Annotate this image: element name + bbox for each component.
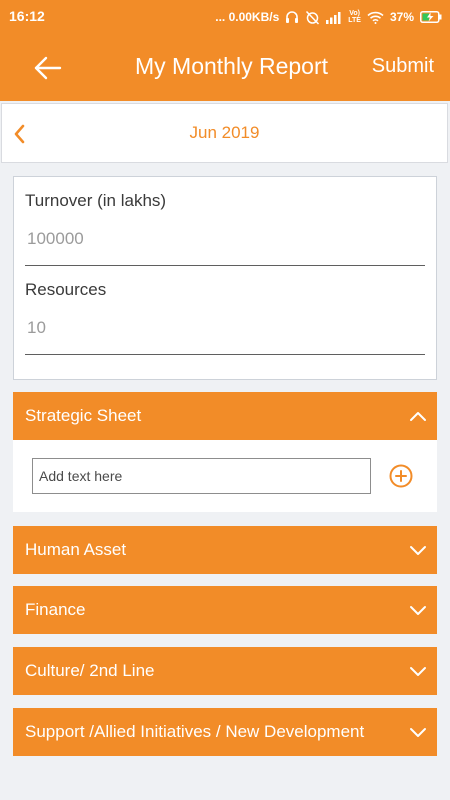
- strategic-sheet-input[interactable]: [32, 458, 371, 494]
- volte-icon: Vo) LTE: [348, 10, 361, 24]
- section-title: Culture/ 2nd Line: [25, 661, 155, 680]
- section-title: Human Asset: [25, 540, 127, 559]
- section-title: Strategic Sheet: [25, 406, 142, 425]
- status-icons: ... 0.00KB/s Vo) LTE 37%: [215, 7, 442, 27]
- section-title: Support /Allied Initiatives / New Develo…: [25, 722, 365, 741]
- section-culture-2nd-line[interactable]: Culture/ 2nd Line: [13, 647, 437, 695]
- chevron-down-icon: [409, 602, 427, 618]
- turnover-label: Turnover (in lakhs): [25, 191, 167, 210]
- add-circle-icon[interactable]: [389, 464, 413, 488]
- section-human-asset[interactable]: Human Asset: [13, 526, 437, 574]
- chevron-down-icon: [409, 724, 427, 740]
- resources-label: Resources: [25, 280, 107, 299]
- chevron-up-icon: [409, 408, 427, 424]
- alarm-off-icon: [305, 10, 320, 25]
- chevron-down-icon: [409, 542, 427, 558]
- resources-underline: [25, 354, 425, 355]
- app-bar: My Monthly Report Submit: [0, 34, 450, 101]
- battery-charging-icon: [420, 11, 442, 23]
- resources-field[interactable]: 10: [27, 318, 46, 338]
- month-selector: Jun 2019: [1, 103, 448, 163]
- selected-month: Jun 2019: [189, 123, 260, 142]
- headset-icon: [285, 10, 299, 24]
- status-bar: 16:12 ... 0.00KB/s Vo) LTE 37%: [0, 0, 450, 34]
- turnover-underline: [25, 265, 425, 266]
- section-title: Finance: [25, 600, 86, 619]
- status-time: 16:12: [9, 8, 45, 24]
- section-support-allied-initiatives[interactable]: Support /Allied Initiatives / New Develo…: [13, 708, 437, 756]
- section-finance[interactable]: Finance: [13, 586, 437, 634]
- network-speed: ... 0.00KB/s: [215, 10, 280, 24]
- battery-percent: 37%: [389, 10, 414, 24]
- section-strategic-sheet[interactable]: Strategic Sheet: [13, 392, 437, 440]
- strategic-sheet-panel: [13, 440, 437, 512]
- summary-card: Turnover (in lakhs) 100000 Resources 10: [13, 176, 437, 380]
- chevron-down-icon: [409, 663, 427, 679]
- signal-icon: [326, 11, 342, 24]
- submit-button[interactable]: Submit: [372, 55, 434, 78]
- turnover-field[interactable]: 100000: [27, 229, 84, 249]
- wifi-icon: [367, 11, 384, 24]
